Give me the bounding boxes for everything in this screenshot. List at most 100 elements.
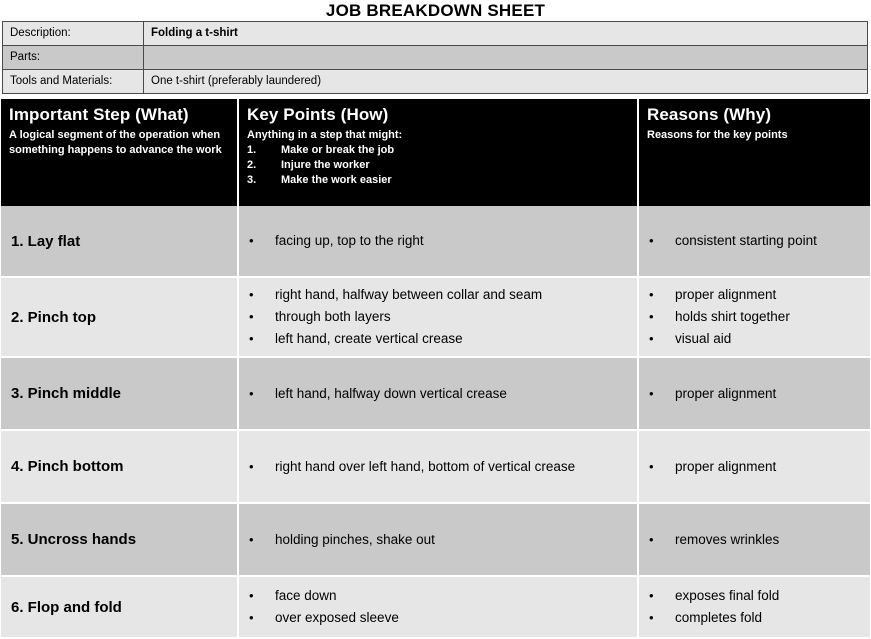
list-item: • proper alignment (649, 383, 862, 405)
reasons-cell: • exposes final fold • completes fold (638, 576, 870, 639)
key-points-cell: • facing up, top to the right (238, 206, 639, 278)
page-title: JOB BREAKDOWN SHEET (325, 1, 546, 20)
column-header-important-step: Important Step (What) A logical segment … (1, 99, 239, 206)
list-item: • visual aid (649, 328, 862, 350)
step-cell: 2. Pinch top (1, 277, 239, 358)
column-header-key-points-list: 1. Make or break the job 2. Injure the w… (247, 143, 629, 188)
list-item-text: left hand, create vertical crease (275, 331, 463, 346)
list-item: • face down (249, 585, 629, 607)
reasons-cell: • proper alignment (638, 357, 870, 431)
reasons-list: • proper alignment • holds shirt together … (649, 284, 862, 350)
key-points-criteria-item: 2. Injure the worker (247, 158, 629, 173)
list-item-text: consistent starting point (675, 233, 817, 248)
table-row: 1. Lay flat • facing up, top to the right… (1, 206, 870, 278)
breakdown-table-head: Important Step (What) A logical segment … (1, 99, 870, 206)
bullet-icon: • (249, 287, 254, 302)
reasons-list: • proper alignment (649, 456, 862, 478)
list-item: • consistent starting point (649, 230, 862, 252)
bullet-icon: • (649, 233, 654, 248)
key-points-cell: • left hand, halfway down vertical crease (238, 357, 639, 431)
list-item: • through both layers (249, 306, 629, 328)
step-cell: 5. Uncross hands (1, 503, 239, 577)
reasons-list: • exposes final fold • completes fold (649, 585, 862, 629)
list-item: • left hand, create vertical crease (249, 328, 629, 350)
bullet-icon: • (649, 287, 654, 302)
list-item-text: visual aid (675, 331, 732, 346)
meta-table-body: Description: Folding a t-shirt Parts: To… (2, 21, 868, 94)
list-item-text: proper alignment (675, 385, 777, 401)
meta-value-tools-and-materials[interactable]: One t-shirt (preferably laundered) (143, 69, 868, 94)
key-points-list: • right hand over left hand, bottom of ve… (249, 456, 629, 478)
bullet-icon: • (249, 331, 254, 346)
key-points-criteria-number: 1. (247, 143, 257, 156)
key-points-criteria-item: 1. Make or break the job (247, 143, 629, 158)
meta-row-parts: Parts: (2, 45, 868, 70)
key-points-cell: • face down • over exposed sleeve (238, 576, 639, 639)
bullet-icon: • (649, 531, 654, 547)
column-header-key-points: Key Points (How) Anything in a step that… (238, 99, 639, 206)
table-row: 3. Pinch middle • left hand, halfway down… (1, 357, 870, 431)
key-points-criteria-number: 2. (247, 158, 257, 171)
key-points-criteria-number: 3. (247, 173, 257, 186)
list-item-text: proper alignment (675, 458, 777, 474)
bullet-icon: • (649, 309, 654, 324)
bullet-icon: • (649, 385, 654, 401)
list-item: • proper alignment (649, 456, 862, 478)
meta-value-description[interactable]: Folding a t-shirt (143, 21, 868, 46)
list-item-text: over exposed sleeve (275, 610, 399, 625)
meta-label-description: Description: (2, 21, 144, 46)
meta-label-tools-and-materials: Tools and Materials: (2, 69, 144, 94)
table-row: 6. Flop and fold • face down • over expose… (1, 576, 870, 639)
list-item-text: removes wrinkles (675, 531, 780, 547)
list-item-text: left hand, halfway down vertical crease (275, 385, 507, 401)
meta-row-tools-and-materials: Tools and Materials: One t-shirt (prefer… (2, 69, 868, 94)
bullet-icon: • (249, 458, 254, 474)
breakdown-table-body: 1. Lay flat • facing up, top to the right… (1, 206, 870, 639)
reasons-list: • removes wrinkles (649, 529, 862, 551)
bullet-icon: • (249, 588, 254, 603)
list-item: • completes fold (649, 607, 862, 629)
column-header-reasons-subtitle: Reasons for the key points (647, 129, 788, 141)
list-item-text: holds shirt together (675, 309, 790, 324)
reasons-cell: • proper alignment (638, 430, 870, 504)
column-header-important-step-subtitle: A logical segment of the operation when … (9, 129, 222, 156)
key-points-criteria-text: Injure the worker (281, 158, 370, 171)
key-points-criteria-text: Make or break the job (281, 143, 395, 156)
meta-value-parts[interactable] (143, 45, 868, 70)
step-cell: 4. Pinch bottom (1, 430, 239, 504)
table-row: 4. Pinch bottom • right hand over left ha… (1, 430, 870, 504)
key-points-cell: • holding pinches, shake out (238, 503, 639, 577)
list-item-text: proper alignment (675, 287, 777, 302)
list-item: • holds shirt together (649, 306, 862, 328)
list-item-text: right hand over left hand, bottom of ver… (275, 458, 576, 474)
key-points-criteria-text: Make the work easier (281, 173, 392, 186)
list-item: • right hand over left hand, bottom of ve… (249, 456, 629, 478)
step-cell: 3. Pinch middle (1, 357, 239, 431)
table-row: 2. Pinch top • right hand, halfway betwee… (1, 277, 870, 358)
list-item: • removes wrinkles (649, 529, 862, 551)
key-points-list: • facing up, top to the right (249, 230, 629, 252)
bullet-icon: • (649, 588, 654, 603)
bullet-icon: • (649, 458, 654, 474)
step-cell: 6. Flop and fold (1, 576, 239, 639)
job-breakdown-sheet: JOB BREAKDOWN SHEET Description: Folding… (0, 0, 871, 639)
list-item-text: exposes final fold (675, 588, 780, 603)
bullet-icon: • (249, 233, 254, 248)
bullet-icon: • (649, 331, 654, 346)
reasons-list: • consistent starting point (649, 230, 862, 252)
key-points-cell: • right hand over left hand, bottom of ve… (238, 430, 639, 504)
reasons-cell: • consistent starting point (638, 206, 870, 278)
meta-table: Description: Folding a t-shirt Parts: To… (2, 21, 868, 94)
list-item: • exposes final fold (649, 585, 862, 607)
breakdown-header-row: Important Step (What) A logical segment … (1, 99, 870, 206)
key-points-cell: • right hand, halfway between collar and … (238, 277, 639, 358)
list-item-text: completes fold (675, 610, 763, 625)
reasons-cell: • removes wrinkles (638, 503, 870, 577)
meta-row-description: Description: Folding a t-shirt (2, 21, 868, 46)
list-item-text: holding pinches, shake out (275, 531, 435, 547)
key-points-list: • holding pinches, shake out (249, 529, 629, 551)
key-points-list: • left hand, halfway down vertical crease (249, 383, 629, 405)
list-item-text: face down (275, 588, 337, 603)
list-item: • holding pinches, shake out (249, 529, 629, 551)
table-row: 5. Uncross hands • holding pinches, shake… (1, 503, 870, 577)
